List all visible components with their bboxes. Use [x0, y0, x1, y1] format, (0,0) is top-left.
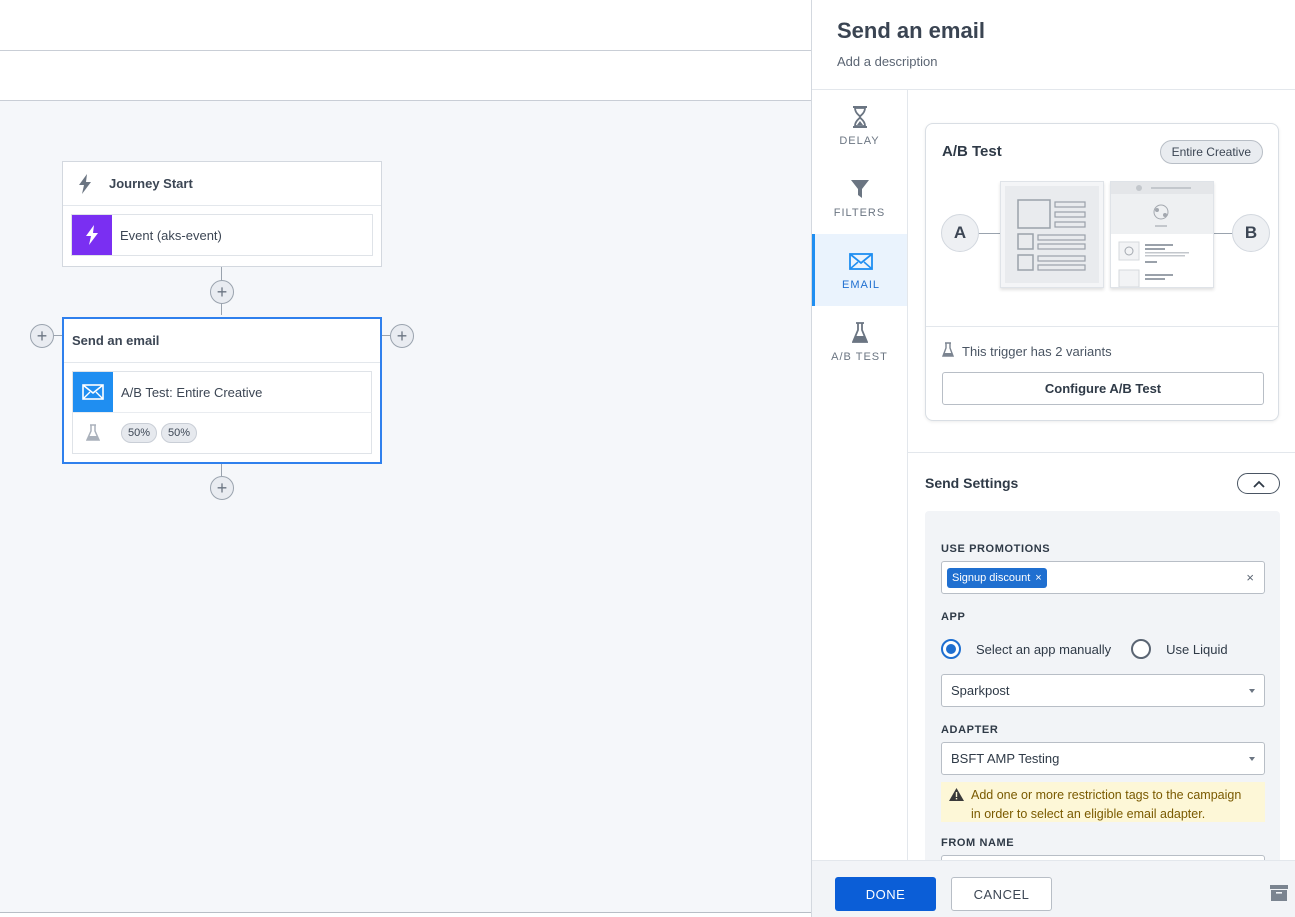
trigger-event-row[interactable]: Event (aks-event) — [71, 214, 373, 256]
connector-line — [382, 335, 390, 336]
warning-icon — [949, 788, 964, 822]
ab-test-row[interactable]: A/B Test: Entire Creative — [72, 371, 372, 413]
variants-info: This trigger has 2 variants — [941, 342, 1112, 361]
send-settings-title: Send Settings — [925, 475, 1019, 491]
flask-icon — [73, 424, 113, 442]
envelope-icon — [849, 249, 873, 273]
split-row: 50% 50% — [72, 412, 372, 454]
adapter-select[interactable]: BSFT AMP Testing — [941, 742, 1265, 775]
rail-item-delay[interactable]: DELAY — [812, 90, 907, 162]
add-step-button[interactable]: + — [210, 280, 234, 304]
trigger-event-label: Event (aks-event) — [120, 227, 222, 243]
radio-select-manually[interactable] — [941, 639, 961, 659]
app-mode-radio-group: Select an app manually Use Liquid — [941, 639, 1228, 659]
promotions-label: USE PROMOTIONS — [941, 543, 1051, 555]
secondary-toolbar — [0, 51, 811, 101]
flask-icon — [851, 321, 868, 345]
variant-connector — [1212, 233, 1234, 234]
rail-item-email[interactable]: EMAIL — [812, 234, 907, 306]
adapter-label: ADAPTER — [941, 724, 999, 736]
rail-item-label: DELAY — [839, 135, 880, 147]
panel-title[interactable]: Send an email — [837, 18, 1295, 44]
app-label: APP — [941, 611, 966, 623]
panel-footer: DONE CANCEL — [812, 860, 1295, 917]
card-divider — [926, 326, 1278, 327]
envelope-icon — [73, 372, 113, 412]
ab-test-type-badge: Entire Creative — [1159, 140, 1263, 164]
promotion-tag[interactable]: Signup discount × — [947, 567, 1047, 588]
rail-item-filters[interactable]: FILTERS — [812, 162, 907, 234]
variants-count-text: This trigger has 2 variants — [962, 344, 1112, 359]
rail-item-label: EMAIL — [841, 279, 880, 291]
filter-icon — [850, 177, 870, 201]
step-settings-panel: Send an email Add a description DELAY FI… — [811, 0, 1295, 917]
rail-item-label: FILTERS — [833, 207, 886, 219]
variant-a-thumbnail[interactable] — [1000, 181, 1104, 288]
dropdown-caret-icon — [1249, 757, 1255, 761]
panel-description[interactable]: Add a description — [837, 54, 1295, 69]
connector-line — [54, 335, 62, 336]
send-email-node[interactable]: Send an email A/B Test: Entire Creative … — [62, 317, 382, 464]
promotion-tag-label: Signup discount — [952, 571, 1031, 584]
done-button[interactable]: DONE — [835, 877, 936, 911]
send-email-node-title: Send an email — [72, 333, 160, 348]
cancel-button[interactable]: CANCEL — [951, 877, 1052, 911]
archive-icon[interactable] — [1270, 885, 1288, 906]
variant-connector — [976, 233, 1001, 234]
send-email-header: Send an email — [64, 319, 380, 363]
email-preview-icon — [1111, 182, 1213, 288]
app-select[interactable]: Sparkpost — [941, 674, 1265, 707]
radio-select-manually-label[interactable]: Select an app manually — [976, 642, 1111, 657]
split-percent-badge: 50% — [121, 423, 158, 443]
add-branch-left-button[interactable]: + — [30, 324, 54, 348]
collapse-send-settings-button[interactable] — [1237, 473, 1280, 494]
canvas-bottom-border — [0, 912, 811, 917]
dropdown-caret-icon — [1249, 689, 1255, 693]
flask-icon — [941, 342, 955, 361]
ab-test-label: A/B Test: Entire Creative — [121, 384, 263, 400]
configure-ab-test-button[interactable]: Configure A/B Test — [942, 372, 1264, 405]
top-toolbar — [0, 0, 811, 51]
rail-item-label: A/B TEST — [831, 351, 888, 363]
adapter-warning: Add one or more restriction tags to the … — [941, 782, 1265, 822]
journey-start-header: Journey Start — [63, 162, 381, 206]
split-percent-badge: 50% — [161, 423, 198, 443]
from-name-label: FROM NAME — [941, 837, 1015, 849]
journey-start-title: Journey Start — [109, 176, 193, 191]
journey-canvas[interactable]: Journey Start Event (aks-event) + Send a… — [0, 101, 811, 913]
promotions-input[interactable]: Signup discount × × — [941, 561, 1265, 594]
radio-use-liquid[interactable] — [1131, 639, 1152, 659]
variant-b-marker: B — [1232, 214, 1270, 252]
rail-item-ab-test[interactable]: A/B TEST — [812, 306, 907, 378]
chevron-up-icon — [1252, 480, 1265, 488]
warning-text-line: in order to select an eligible email ada… — [971, 807, 1206, 821]
ab-test-card: A/B Test Entire Creative A B This trigge… — [925, 123, 1279, 421]
remove-tag-icon[interactable]: × — [1035, 572, 1041, 584]
step-type-rail: DELAY FILTERS EMAIL A/B TEST — [812, 90, 908, 860]
placeholder-template-icon — [1005, 186, 1099, 283]
radio-use-liquid-label[interactable]: Use Liquid — [1166, 642, 1227, 657]
clear-icon[interactable]: × — [1246, 570, 1254, 585]
variant-a-marker: A — [941, 214, 979, 252]
adapter-select-value: BSFT AMP Testing — [951, 751, 1060, 766]
hourglass-icon — [852, 105, 868, 129]
add-step-button[interactable]: + — [210, 476, 234, 500]
section-divider — [908, 452, 1295, 453]
send-settings-form: USE PROMOTIONS Signup discount × × APP S… — [925, 511, 1280, 860]
warning-text-line: Add one or more restriction tags to the … — [971, 788, 1242, 802]
app-select-value: Sparkpost — [951, 683, 1010, 698]
lightning-icon — [73, 173, 97, 194]
panel-content[interactable]: A/B Test Entire Creative A B This trigge… — [908, 90, 1295, 860]
lightning-icon — [72, 215, 112, 255]
variant-b-thumbnail[interactable] — [1110, 181, 1214, 288]
panel-header: Send an email Add a description — [812, 0, 1295, 90]
add-branch-right-button[interactable]: + — [390, 324, 414, 348]
journey-start-node[interactable]: Journey Start Event (aks-event) — [62, 161, 382, 267]
ab-test-title: A/B Test — [942, 143, 1002, 160]
connector-line — [221, 464, 222, 476]
